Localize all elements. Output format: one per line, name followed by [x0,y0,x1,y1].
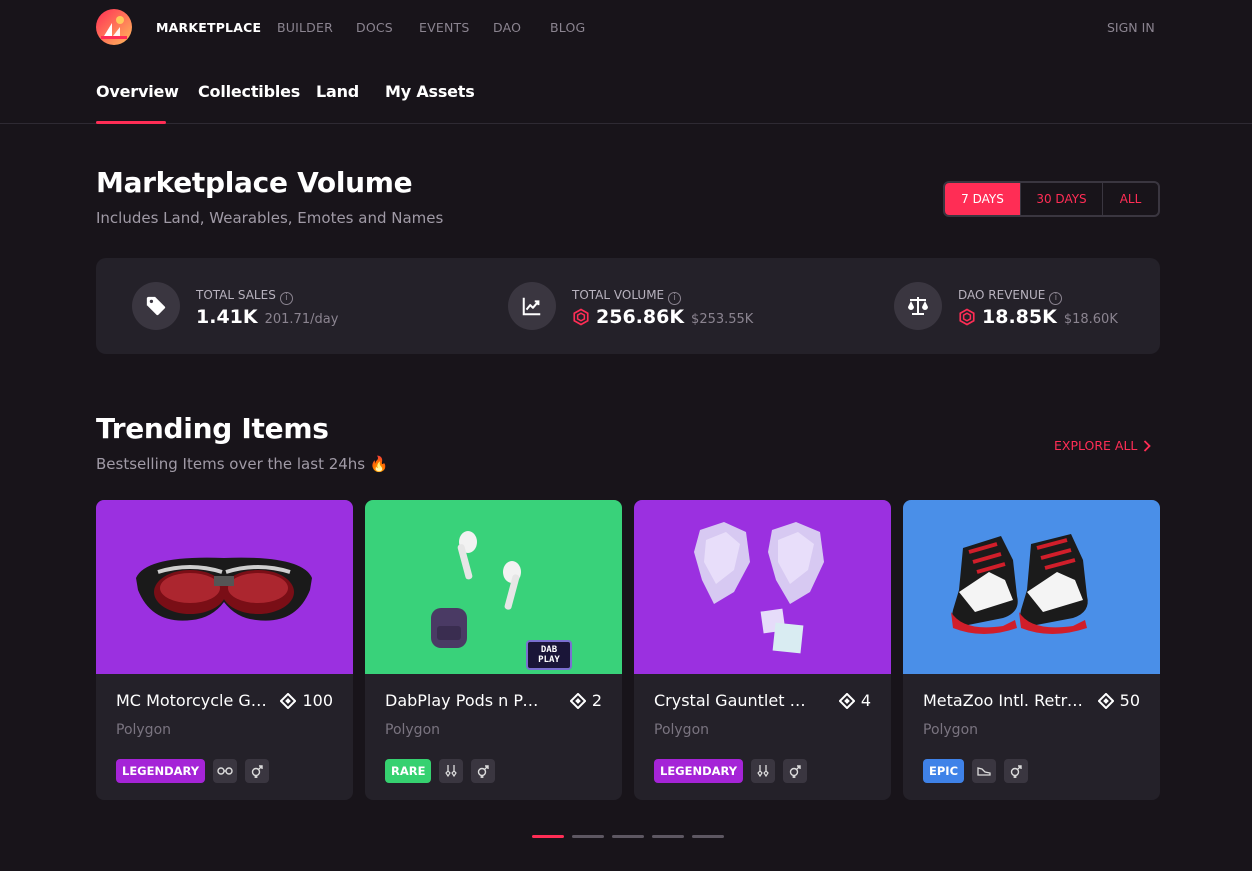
diamond-icon [838,692,855,709]
item-name: MetaZoo Intl. Retro Sneakers [923,691,1083,710]
stat-label: DAO REVENUE [958,288,1046,302]
item-price: 50 [1119,691,1140,710]
range-30-days[interactable]: 30 DAYS [1020,183,1102,215]
item-thumbnail: DAB PLAY [365,500,622,674]
stat-sub-value: $253.55K [691,312,754,327]
item-card[interactable]: MetaZoo Intl. Retro Sneakers 50 Polygon … [903,500,1160,800]
top-navigation: MARKETPLACE BUILDER DOCS EVENTS DAO BLOG… [0,0,1252,56]
crystal-gauntlet-image [694,522,824,654]
pagination-dot[interactable] [692,835,724,838]
price-tag-icon [132,282,180,330]
diamond-icon [280,692,297,709]
item-card[interactable]: Crystal Gauntlet with Cubes 4 Polygon LE… [634,500,891,800]
rarity-badge: EPIC [923,759,965,783]
item-price: 4 [860,691,871,710]
item-thumbnail [903,500,1160,674]
stat-value: 18.85K [982,306,1057,328]
pagination-dot[interactable] [532,835,564,838]
item-card[interactable]: MC Motorcycle Goggles 100 Polygon LEGEND… [96,500,353,800]
item-name: MC Motorcycle Goggles [116,691,276,710]
rarity-badge: LEGENDARY [654,759,744,783]
tab-overview[interactable]: Overview [96,82,179,101]
stat-sub-value: $18.60K [1063,312,1118,327]
range-all[interactable]: ALL [1102,183,1158,215]
nav-docs[interactable]: DOCS [356,20,393,35]
pagination-dot[interactable] [572,835,604,838]
tab-land[interactable]: Land [316,82,359,101]
stat-label: TOTAL VOLUME [572,288,665,302]
time-range-selector: 7 DAYS 30 DAYS ALL [943,181,1160,217]
item-network: Polygon [654,722,710,738]
info-icon[interactable]: i [1049,292,1063,305]
explore-all-link[interactable]: EXPLORE ALL [1054,438,1152,453]
unisex-icon [245,759,270,783]
diamond-icon [1097,692,1114,709]
nav-blog[interactable]: BLOG [550,20,585,35]
sub-navigation: Overview Collectibles Land My Assets [0,56,1252,124]
unisex-icon [1004,759,1029,783]
dabplay-logo-text: DAB PLAY [538,645,560,665]
mana-icon [959,308,975,326]
nav-dao[interactable]: DAO [493,20,521,35]
volume-subtitle: Includes Land, Wearables, Emotes and Nam… [96,209,444,227]
balance-scale-icon [894,282,942,330]
volume-stats-panel: TOTAL SALES i 1.41K 201.71/day TOTAL VOLU… [96,258,1160,354]
sneaker-icon [972,759,997,783]
nav-events[interactable]: EVENTS [419,20,469,35]
earpods-backpack-image [431,531,572,670]
item-network: Polygon [923,722,979,738]
unisex-icon [783,759,808,783]
earring-icon [439,759,464,783]
info-icon[interactable]: i [279,292,293,305]
item-thumbnail [96,500,353,674]
pagination-dot[interactable] [612,835,644,838]
item-price: 100 [302,691,333,710]
trending-subtitle: Bestselling Items over the last 24hs 🔥 [96,455,389,473]
decentraland-logo[interactable] [96,9,132,45]
eyewear-icon [213,759,238,783]
item-name: DabPlay Pods n Pack [385,691,545,710]
item-network: Polygon [116,722,172,738]
item-name: Crystal Gauntlet with Cubes [654,691,814,710]
pagination-dot[interactable] [652,835,684,838]
sneakers-image [951,534,1088,634]
explore-all-label: EXPLORE ALL [1054,438,1138,453]
rarity-badge: RARE [385,759,432,783]
item-card[interactable]: DAB PLAY DabPlay Pods n Pack 2 Polygon R… [365,500,622,800]
trend-chart-icon [508,282,556,330]
nav-marketplace[interactable]: MARKETPLACE [156,20,261,35]
diamond-icon [569,692,586,709]
stat-value: 1.41K [196,306,258,328]
tab-my-assets[interactable]: My Assets [385,82,475,101]
volume-title: Marketplace Volume [96,166,413,199]
tab-collectibles[interactable]: Collectibles [198,82,300,101]
trending-title: Trending Items [96,412,329,445]
item-thumbnail [634,500,891,674]
item-network: Polygon [385,722,441,738]
earring-icon [751,759,776,783]
active-tab-indicator [96,121,166,124]
mana-icon [573,308,589,326]
nav-builder[interactable]: BUILDER [277,20,333,35]
stat-label: TOTAL SALES [196,288,276,302]
stat-sub-value: 201.71/day [264,312,339,327]
stat-value: 256.86K [596,306,685,328]
sign-in-link[interactable]: SIGN IN [1107,20,1155,35]
rarity-badge: LEGENDARY [116,759,206,783]
info-icon[interactable]: i [668,292,682,305]
unisex-icon [471,759,496,783]
carousel-pagination [532,835,724,838]
range-7-days[interactable]: 7 DAYS [945,183,1020,215]
goggles-image [136,557,312,621]
item-price: 2 [591,691,602,710]
chevron-right-icon [1144,439,1152,452]
